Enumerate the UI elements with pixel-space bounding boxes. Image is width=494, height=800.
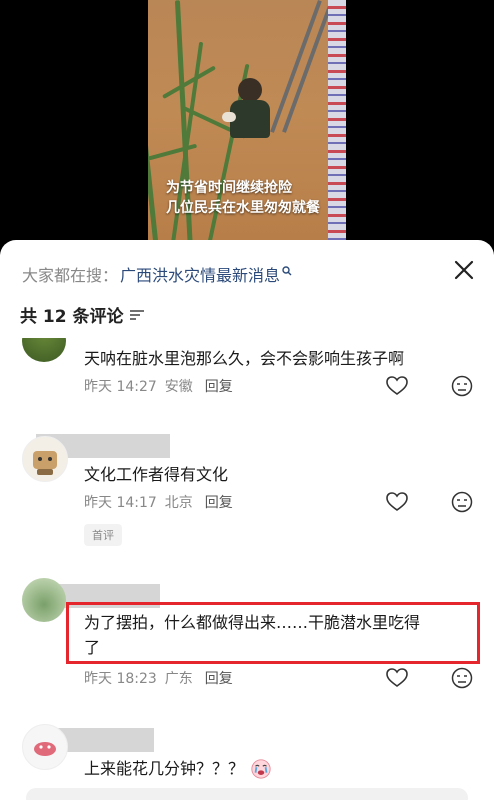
hot-search-bar[interactable]: 大家都在搜： 广西洪水灾情最新消息 xyxy=(22,262,292,286)
comment-meta: 昨天 14:17 北京 回复 xyxy=(84,492,233,512)
close-icon[interactable] xyxy=(454,260,474,280)
fence-banner xyxy=(328,0,346,250)
highlight-box xyxy=(66,602,480,664)
hot-search-link[interactable]: 广西洪水灾情最新消息 xyxy=(120,262,280,286)
person xyxy=(238,78,262,102)
dislike-icon[interactable] xyxy=(451,375,473,397)
reply-button[interactable]: 回复 xyxy=(205,668,233,688)
hot-search-prefix: 大家都在搜： xyxy=(22,266,119,285)
first-comment-badge: 首评 xyxy=(84,524,122,546)
like-icon[interactable] xyxy=(386,668,408,688)
sort-icon[interactable] xyxy=(129,309,144,321)
comment-time: 昨天 14:17 xyxy=(84,495,157,511)
comment-location: 北京 xyxy=(164,495,193,511)
comment-sheet: 大家都在搜： 广西洪水灾情最新消息 共 12 条评论 天呐在脏水里泡那么久，会不… xyxy=(0,240,494,800)
comment-meta: 昨天 18:23 广东 回复 xyxy=(84,668,233,688)
avatar[interactable] xyxy=(22,436,68,482)
reply-button[interactable]: 回复 xyxy=(205,376,233,396)
comment-meta: 昨天 14:27 安徽 回复 xyxy=(84,376,233,396)
cartoon-avatar-icon xyxy=(34,742,56,756)
search-icon xyxy=(282,266,292,276)
video-caption: 为节省时间继续抢险 几位民兵在水里匆匆就餐 xyxy=(166,180,320,216)
video-player[interactable]: 为节省时间继续抢险 几位民兵在水里匆匆就餐 xyxy=(0,0,494,250)
comment-count-label: 共 12 条评论 xyxy=(20,307,124,327)
comment-location: 安徽 xyxy=(164,379,193,395)
dislike-icon[interactable] xyxy=(451,667,473,689)
comment-time: 昨天 18:23 xyxy=(84,671,157,687)
comment-text: 天呐在脏水里泡那么久，会不会影响生孩子啊 xyxy=(84,349,405,368)
cartoon-avatar-icon xyxy=(33,451,57,475)
dislike-icon[interactable] xyxy=(451,491,473,513)
crying-face-icon xyxy=(251,758,271,779)
comment-location: 广东 xyxy=(164,671,193,687)
reply-button[interactable]: 回复 xyxy=(205,492,233,512)
comment-text: 上来能花几分钟？？？ xyxy=(84,756,272,781)
comment-text: 文化工作者得有文化 xyxy=(84,465,229,484)
like-icon[interactable] xyxy=(386,376,408,396)
like-icon[interactable] xyxy=(386,492,408,512)
comment-input-bar[interactable] xyxy=(26,788,468,800)
comment-time: 昨天 14:27 xyxy=(84,379,157,395)
avatar[interactable] xyxy=(22,724,68,770)
avatar[interactable] xyxy=(22,578,66,622)
comment-count-header: 共 12 条评论 xyxy=(20,302,144,327)
